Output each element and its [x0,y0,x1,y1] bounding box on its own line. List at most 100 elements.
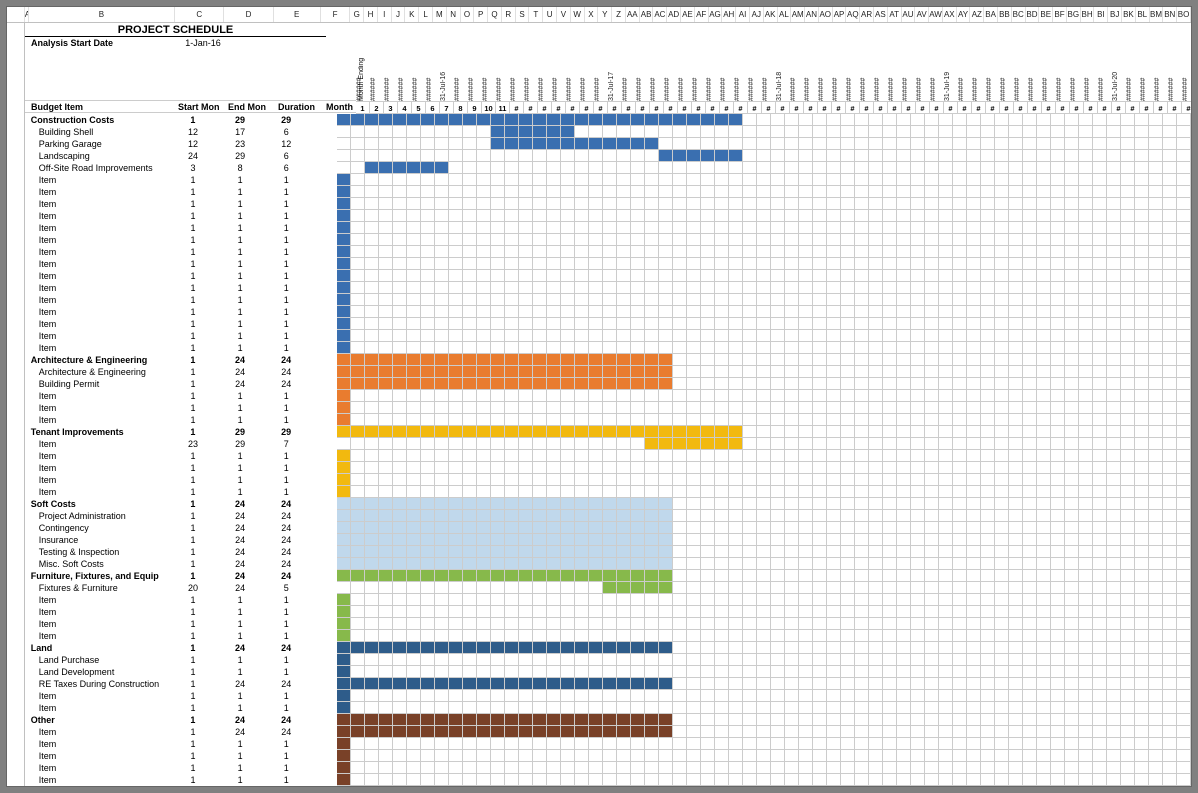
col-header-cell[interactable]: G [350,7,364,22]
col-header-cell[interactable]: K [405,7,419,22]
col-header-cell[interactable]: T [529,7,543,22]
col-header-cell[interactable]: BD [1026,7,1040,22]
col-header-cell[interactable]: J [392,7,406,22]
col-header-cell[interactable]: AF [695,7,709,22]
col-header-cell[interactable]: W [571,7,585,22]
col-header-cell[interactable]: BC [1012,7,1026,22]
col-header-cell[interactable]: BA [984,7,998,22]
col-header-cell[interactable]: AT [888,7,902,22]
table-row[interactable]: Misc. Soft Costs12424 [25,558,1191,570]
col-header-cell[interactable]: BK [1122,7,1136,22]
col-header-cell[interactable]: BI [1094,7,1108,22]
table-row[interactable]: Item111 [25,258,1191,270]
table-row[interactable]: Item111 [25,606,1191,618]
col-header-cell[interactable]: BO [1177,7,1191,22]
table-row[interactable]: Item111 [25,306,1191,318]
table-row[interactable]: Item111 [25,186,1191,198]
col-header-cell[interactable]: B [29,7,176,22]
col-header-cell[interactable]: H [364,7,378,22]
table-row[interactable]: Item111 [25,762,1191,774]
col-header-cell[interactable]: AR [860,7,874,22]
worksheet-area[interactable]: PROJECT SCHEDULE Analysis Start Date 1-J… [25,23,1191,786]
col-header-cell[interactable] [7,7,25,22]
table-row[interactable]: Testing & Inspection12424 [25,546,1191,558]
col-header-cell[interactable]: AM [791,7,805,22]
col-header-cell[interactable]: BL [1136,7,1150,22]
col-header-cell[interactable]: AO [819,7,833,22]
col-header-cell[interactable]: AZ [970,7,984,22]
col-header-cell[interactable]: AA [626,7,640,22]
table-row[interactable]: Parking Garage122312 [25,138,1191,150]
table-row[interactable]: Architecture & Engineering12424 [25,366,1191,378]
table-row[interactable]: Item111 [25,294,1191,306]
table-row[interactable]: Land12424 [25,642,1191,654]
col-header-cell[interactable]: BN [1163,7,1177,22]
table-row[interactable]: Construction Costs12929 [25,114,1191,126]
table-row[interactable]: Insurance12424 [25,534,1191,546]
table-row[interactable]: Item111 [25,774,1191,786]
col-header-cell[interactable]: C [175,7,224,22]
table-row[interactable]: Item111 [25,618,1191,630]
table-row[interactable]: Item23297 [25,438,1191,450]
table-row[interactable]: Item111 [25,246,1191,258]
table-row[interactable]: Item111 [25,474,1191,486]
table-row[interactable]: Item111 [25,198,1191,210]
col-header-cell[interactable]: AV [915,7,929,22]
table-row[interactable]: Item111 [25,750,1191,762]
table-row[interactable]: Item111 [25,402,1191,414]
col-header-cell[interactable]: AW [929,7,943,22]
table-row[interactable]: Item111 [25,282,1191,294]
table-row[interactable]: Item111 [25,234,1191,246]
col-header-cell[interactable]: AI [736,7,750,22]
col-header-cell[interactable]: BJ [1108,7,1122,22]
table-row[interactable]: Item111 [25,390,1191,402]
table-row[interactable]: Fixtures & Furniture20245 [25,582,1191,594]
table-row[interactable]: Architecture & Engineering12424 [25,354,1191,366]
table-row[interactable]: Item111 [25,270,1191,282]
col-header-cell[interactable]: X [585,7,599,22]
col-header-cell[interactable]: N [447,7,461,22]
table-row[interactable]: Land Development111 [25,666,1191,678]
table-row[interactable]: Land Purchase111 [25,654,1191,666]
col-header-cell[interactable]: P [474,7,488,22]
table-row[interactable]: Item111 [25,174,1191,186]
table-row[interactable]: Off-Site Road Improvements386 [25,162,1191,174]
table-row[interactable]: Item111 [25,210,1191,222]
col-header-cell[interactable]: AK [764,7,778,22]
col-header-cell[interactable]: BG [1067,7,1081,22]
col-header-cell[interactable]: F [321,7,351,22]
col-header-cell[interactable]: AN [805,7,819,22]
table-row[interactable]: Item111 [25,414,1191,426]
col-header-cell[interactable]: AJ [750,7,764,22]
col-header-cell[interactable]: AB [640,7,654,22]
col-header-cell[interactable]: BB [998,7,1012,22]
table-row[interactable]: Tenant Improvements12929 [25,426,1191,438]
col-header-cell[interactable]: AE [681,7,695,22]
table-row[interactable]: RE Taxes During Construction12424 [25,678,1191,690]
table-row[interactable]: Item111 [25,702,1191,714]
col-header-cell[interactable]: AH [722,7,736,22]
table-row[interactable]: Item111 [25,486,1191,498]
col-header-cell[interactable]: BE [1039,7,1053,22]
table-row[interactable]: Item111 [25,318,1191,330]
col-header-cell[interactable]: AG [709,7,723,22]
col-header-cell[interactable]: M [433,7,447,22]
table-row[interactable]: Contingency12424 [25,522,1191,534]
col-header-cell[interactable]: Z [612,7,626,22]
col-header-cell[interactable]: D [224,7,273,22]
col-header-cell[interactable]: AQ [846,7,860,22]
col-header-cell[interactable]: AU [902,7,916,22]
table-row[interactable]: Item111 [25,630,1191,642]
table-row[interactable]: Building Shell12176 [25,126,1191,138]
table-row[interactable]: Item111 [25,450,1191,462]
table-row[interactable]: Landscaping24296 [25,150,1191,162]
table-row[interactable]: Building Permit12424 [25,378,1191,390]
table-row[interactable]: Project Administration12424 [25,510,1191,522]
table-row[interactable]: Furniture, Fixtures, and Equip12424 [25,570,1191,582]
table-row[interactable]: Other12424 [25,714,1191,726]
col-header-cell[interactable]: BF [1053,7,1067,22]
col-header-cell[interactable]: AL [778,7,792,22]
col-header-cell[interactable]: Y [598,7,612,22]
col-header-cell[interactable]: AD [667,7,681,22]
col-header-cell[interactable]: BH [1081,7,1095,22]
